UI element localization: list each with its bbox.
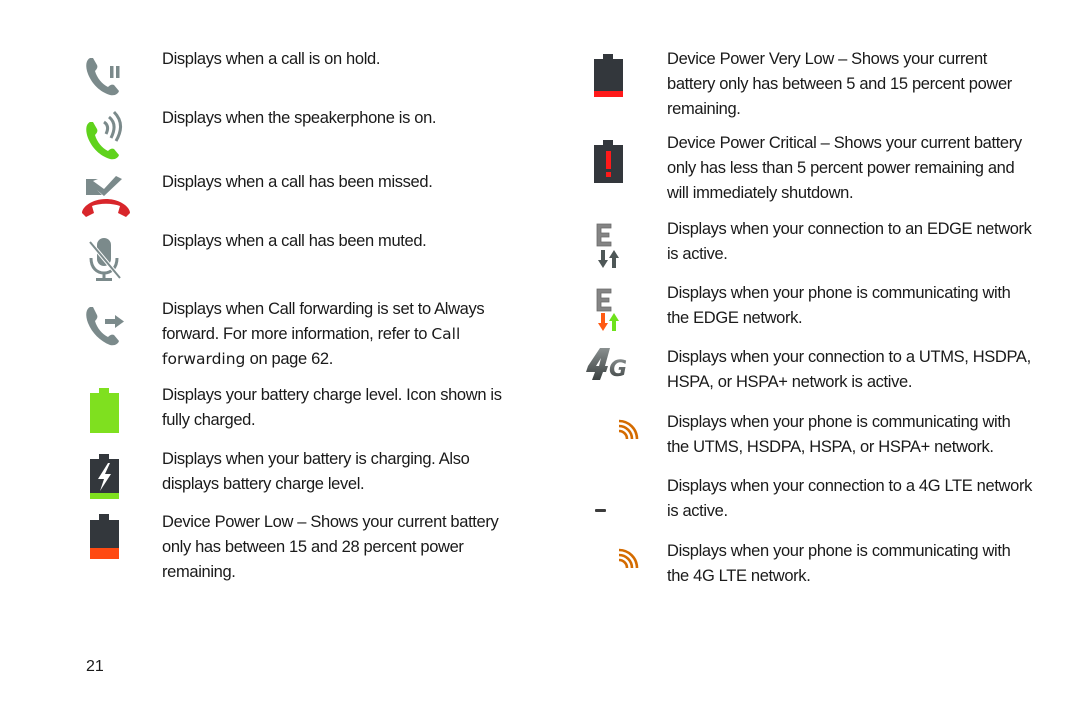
missed-call-icon — [82, 176, 130, 217]
desc-line: Displays when Call forwarding is set to … — [162, 300, 485, 318]
desc-line: Displays when a call has been missed. — [162, 173, 433, 191]
desc-line: the EDGE network. — [667, 309, 803, 327]
battery-low-icon — [90, 514, 119, 559]
desc-line: Displays when your phone is communicatin… — [667, 413, 1011, 431]
page-number: 21 — [86, 658, 104, 675]
desc-line: Displays when your connection to a 4G LT… — [667, 477, 1032, 495]
desc-line: only has between 15 and 28 percent power — [162, 538, 464, 556]
desc-battery-full: Displays your battery charge level. Icon… — [162, 383, 502, 433]
desc-battery-very-low: Device Power Very Low – Shows your curre… — [667, 47, 1012, 122]
desc-speakerphone: Displays when the speakerphone is on. — [162, 106, 437, 131]
desc-line: forwarding on page 62. — [162, 347, 484, 372]
desc-line: the UTMS, HSDPA, HSPA, or HSPA+ network. — [667, 438, 994, 456]
desc-line: Displays when the speakerphone is on. — [162, 109, 437, 127]
desc-4g-active: Displays when your connection to a UTMS,… — [667, 345, 1031, 395]
battery-very-low-icon — [594, 54, 623, 97]
desc-edge-active: Displays when your connection to an EDGE… — [667, 217, 1032, 267]
desc-line: remaining. — [667, 100, 741, 118]
speakerphone-icon — [86, 110, 122, 160]
desc-line: Displays when your connection to an EDGE… — [667, 220, 1032, 238]
battery-full-icon — [90, 388, 119, 433]
desc-call-on-hold: Displays when a call is on hold. — [162, 47, 380, 72]
desc-call-forwarding: Displays when Call forwarding is set to … — [162, 297, 485, 372]
battery-critical-icon — [594, 140, 623, 183]
desc-line: is active. — [667, 502, 728, 520]
desc-line: Displays when a call is on hold. — [162, 50, 381, 68]
desc-line: only has less than 5 percent power remai… — [667, 159, 1015, 177]
desc-line-text: forward. For more information, refer to — [162, 325, 432, 343]
battery-charging-icon — [90, 454, 119, 499]
desc-line: is active. — [667, 245, 728, 263]
desc-line: HSPA, or HSPA+ network is active. — [667, 373, 913, 391]
desc-battery-low: Device Power Low – Shows your current ba… — [162, 510, 499, 585]
desc-battery-critical: Device Power Critical – Shows your curre… — [667, 131, 1022, 206]
desc-4g-lte-communicating: Displays when your phone is communicatin… — [667, 539, 1011, 589]
cross-reference-link-cont[interactable]: forwarding — [162, 350, 245, 368]
4g-communicating-icon — [618, 419, 639, 440]
desc-line: fully charged. — [162, 411, 256, 429]
4g-lte-communicating-icon — [618, 548, 639, 569]
call-on-hold-icon — [86, 58, 120, 96]
4g-network-icon: G — [586, 348, 627, 382]
desc-line: battery only has between 5 and 15 percen… — [667, 75, 1012, 93]
desc-line: remaining. — [162, 563, 236, 581]
desc-call-muted: Displays when a call has been muted. — [162, 229, 427, 254]
edge-glyph-icon — [596, 288, 619, 331]
desc-line: Displays when your phone is communicatin… — [667, 542, 1011, 560]
desc-line: forward. For more information, refer to … — [162, 322, 484, 347]
desc-line: Displays when your battery is charging. … — [162, 450, 470, 468]
edge-glyph-icon — [596, 223, 619, 268]
desc-line: Displays when a call has been muted. — [162, 232, 427, 250]
desc-4g-communicating: Displays when your phone is communicatin… — [667, 410, 1011, 460]
desc-line: Displays when your phone is communicatin… — [667, 284, 1011, 302]
desc-line: displays battery charge level. — [162, 475, 365, 493]
desc-line: Displays when your connection to a UTMS,… — [667, 348, 1031, 366]
desc-line: Device Power Very Low – Shows your curre… — [667, 50, 988, 68]
desc-edge-communicating: Displays when your phone is communicatin… — [667, 281, 1011, 331]
4g-lte-network-icon — [595, 509, 606, 512]
call-forwarding-icon — [86, 307, 124, 346]
svg-text:G: G — [609, 357, 627, 382]
desc-line: Displays your battery charge level. Icon… — [162, 386, 502, 404]
manual-page: Displays when a call is on hold. Display… — [0, 0, 1080, 720]
desc-battery-charging: Displays when your battery is charging. … — [162, 447, 470, 497]
edge-network-communicating-icon — [596, 287, 626, 335]
desc-line: Device Power Low – Shows your current ba… — [162, 513, 499, 531]
call-muted-icon — [88, 238, 122, 281]
edge-network-active-icon — [596, 222, 626, 270]
desc-line-text: on page 62. — [245, 350, 334, 368]
desc-missed-call: Displays when a call has been missed. — [162, 170, 433, 195]
desc-line: Device Power Critical – Shows your curre… — [667, 134, 1022, 152]
cross-reference-link[interactable]: Call — [431, 325, 460, 343]
desc-line: will immediately shutdown. — [667, 184, 854, 202]
desc-line: the 4G LTE network. — [667, 567, 811, 585]
desc-4g-lte-active: Displays when your connection to a 4G LT… — [667, 474, 1032, 524]
